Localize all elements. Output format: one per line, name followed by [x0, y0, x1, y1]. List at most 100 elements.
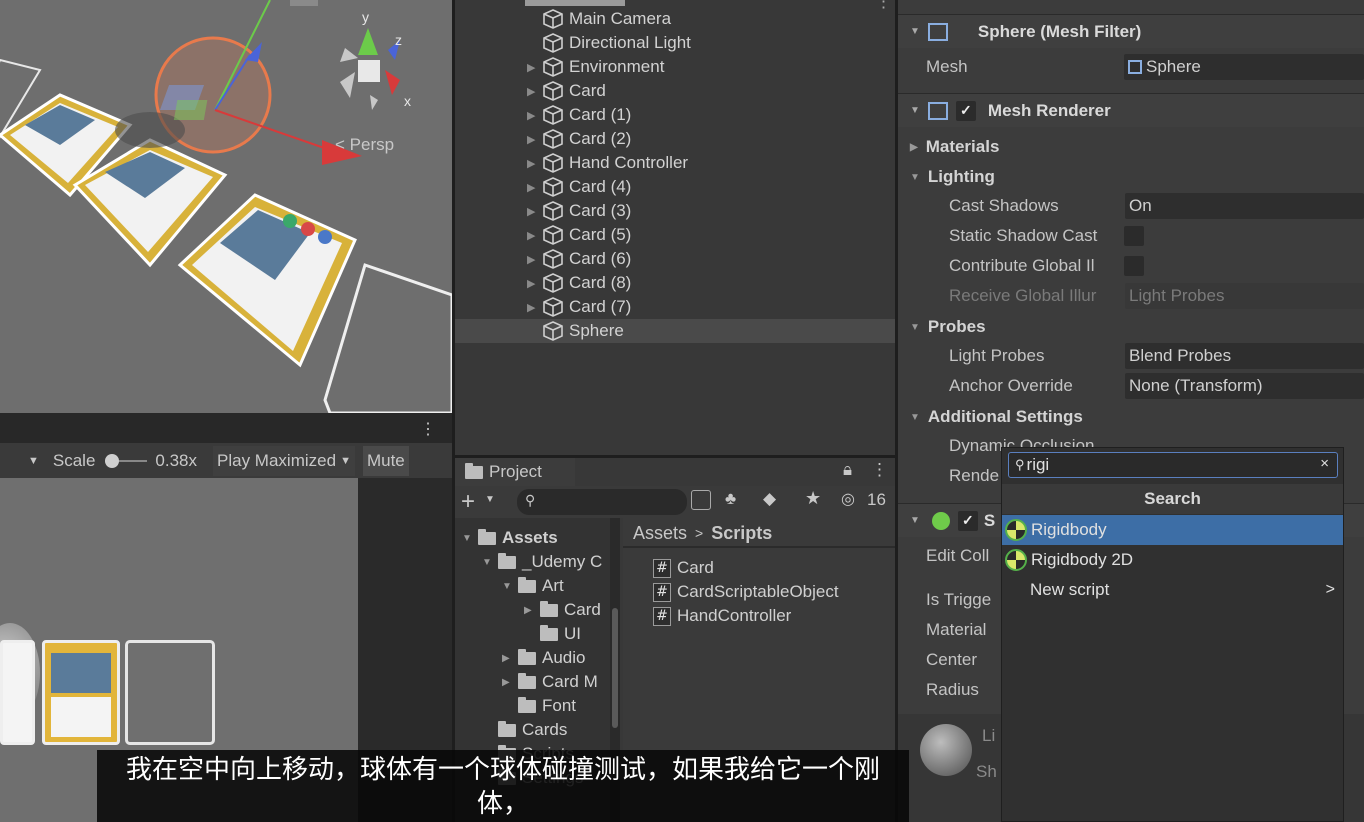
folder-tree-item[interactable]: ▶ Audio: [502, 646, 585, 670]
favorite-icon[interactable]: ★: [805, 488, 821, 509]
hierarchy-item[interactable]: ▶ Environment: [455, 55, 895, 79]
hierarchy-item[interactable]: ▶ Card (6): [455, 247, 895, 271]
materials-foldout[interactable]: ▶ Materials: [898, 132, 1364, 162]
component-item-rigidbody-2d[interactable]: Rigidbody 2D: [1002, 545, 1343, 575]
component-item-rigidbody[interactable]: Rigidbody: [1002, 515, 1343, 545]
folder-tree-label: UI: [564, 624, 581, 643]
filter-icon[interactable]: ♣: [725, 489, 736, 509]
hierarchy-item[interactable]: Main Camera: [455, 7, 895, 31]
dropdown-arrow-icon[interactable]: ▼: [28, 455, 39, 467]
expand-arrow-icon[interactable]: ▶: [527, 85, 543, 98]
play-mode-dropdown[interactable]: Play Maximized ▼: [213, 445, 355, 476]
scene-root-row[interactable]: [525, 0, 625, 6]
project-search-input[interactable]: ⚲: [517, 489, 687, 515]
hierarchy-item-label: Card (3): [569, 201, 632, 220]
tab-project[interactable]: Project: [455, 458, 575, 486]
expand-arrow-icon[interactable]: ▶: [527, 133, 543, 146]
contribute-gi-checkbox[interactable]: [1124, 256, 1144, 276]
chevron-right-icon[interactable]: ▶: [502, 653, 518, 664]
orientation-gizmo[interactable]: [340, 28, 400, 110]
receive-gi-label: Receive Global Illur: [949, 286, 1097, 305]
anchor-override-field[interactable]: None (Transform): [1125, 373, 1364, 399]
mesh-filter-header[interactable]: ▼ Sphere (Mesh Filter): [898, 14, 1364, 48]
light-probes-label: Light Probes: [949, 346, 1045, 365]
tag-icon[interactable]: ◆: [763, 489, 776, 509]
expand-arrow-icon[interactable]: ▶: [527, 253, 543, 266]
chevron-down-icon[interactable]: ▼: [910, 26, 920, 37]
hierarchy-item[interactable]: ▶ Card (2): [455, 127, 895, 151]
folder-tree-item[interactable]: ▶ Card: [524, 598, 601, 622]
hierarchy-item[interactable]: ▶ Card (7): [455, 295, 895, 319]
persp-label[interactable]: < Persp: [335, 135, 394, 154]
chevron-down-icon[interactable]: ▼: [910, 105, 920, 116]
scene-canvas[interactable]: y z x < Persp: [0, 0, 452, 413]
component-item-new-script[interactable]: New script >: [1002, 575, 1343, 605]
mesh-field[interactable]: Sphere: [1124, 54, 1364, 80]
game-empty-slot: [125, 640, 215, 745]
component-search-input[interactable]: ⚲ rigi ×: [1008, 452, 1338, 478]
hierarchy-item[interactable]: ▶ Card (1): [455, 103, 895, 127]
expand-arrow-icon[interactable]: ▶: [527, 181, 543, 194]
breadcrumb-current[interactable]: Scripts: [711, 523, 772, 544]
more-options-icon[interactable]: ⋮: [420, 419, 436, 439]
edit-collider-label: Edit Coll: [926, 546, 990, 565]
chevron-down-icon[interactable]: ▼: [482, 557, 498, 568]
chevron-right-icon[interactable]: ▶: [502, 677, 518, 688]
folder-tree-item[interactable]: ▼ _Udemy C: [482, 550, 602, 574]
folder-tree-item[interactable]: UI: [524, 622, 581, 646]
enabled-checkbox[interactable]: ✓: [955, 100, 976, 121]
expand-arrow-icon[interactable]: ▶: [527, 301, 543, 314]
mesh-renderer-header[interactable]: ▼ ✓ Mesh Renderer: [898, 93, 1364, 127]
hierarchy-item[interactable]: ▶ Card (4): [455, 175, 895, 199]
chevron-right-icon: ▶: [910, 141, 918, 153]
chevron-down-icon: ▼: [910, 171, 920, 183]
chevron-down-icon[interactable]: ▼: [910, 515, 920, 526]
hierarchy-item[interactable]: ▶ Card (3): [455, 199, 895, 223]
mesh-label: Mesh: [926, 57, 968, 76]
clear-search-icon[interactable]: ×: [1320, 455, 1329, 472]
expand-arrow-icon[interactable]: ▶: [527, 229, 543, 242]
folder-tree-item[interactable]: Cards: [482, 718, 567, 742]
folder-tree-item[interactable]: ▶ Card M: [502, 670, 598, 694]
gameobject-icon: [543, 177, 565, 197]
enabled-checkbox[interactable]: ✓: [957, 510, 978, 531]
lighting-foldout[interactable]: ▼ Lighting: [898, 162, 1364, 192]
add-icon[interactable]: +: [461, 488, 475, 516]
expand-arrow-icon[interactable]: ▶: [527, 205, 543, 218]
hidden-packages-icon[interactable]: ◎: [841, 489, 855, 509]
light-probes-dropdown[interactable]: Blend Probes: [1125, 343, 1364, 369]
scale-slider[interactable]: [105, 453, 148, 468]
folder-tree-item[interactable]: ▼ Assets: [462, 526, 558, 550]
expand-arrow-icon[interactable]: ▶: [527, 157, 543, 170]
search-by-type-icon[interactable]: [691, 490, 711, 510]
chevron-down-icon[interactable]: ▼: [462, 533, 478, 544]
expand-arrow-icon[interactable]: ▶: [527, 277, 543, 290]
script-file-item[interactable]: # CardScriptableObject: [653, 580, 839, 604]
folder-tree-item[interactable]: ▼ Art: [502, 574, 564, 598]
chevron-right-icon[interactable]: ▶: [524, 605, 540, 616]
probes-foldout[interactable]: ▼ Probes: [898, 312, 1364, 342]
additional-settings-foldout[interactable]: ▼ Additional Settings: [898, 402, 1364, 432]
chevron-down-icon[interactable]: ▼: [485, 494, 495, 505]
breadcrumb-root[interactable]: Assets: [633, 523, 687, 544]
static-shadow-checkbox[interactable]: [1124, 226, 1144, 246]
lock-icon[interactable]: 🔒︎: [843, 460, 852, 480]
hierarchy-item[interactable]: Directional Light: [455, 31, 895, 55]
hierarchy-item[interactable]: ▶ Card: [455, 79, 895, 103]
scene-view[interactable]: y z x < Persp: [0, 0, 452, 413]
script-file-item[interactable]: # HandController: [653, 604, 791, 628]
hierarchy-item[interactable]: ▶ Card (8): [455, 271, 895, 295]
expand-arrow-icon[interactable]: ▶: [527, 109, 543, 122]
cast-shadows-dropdown[interactable]: On: [1125, 193, 1364, 219]
expand-arrow-icon[interactable]: ▶: [527, 61, 543, 74]
chevron-down-icon[interactable]: ▼: [502, 581, 518, 592]
hierarchy-item[interactable]: ▶ Hand Controller: [455, 151, 895, 175]
radius-label: Radius: [926, 680, 979, 699]
hierarchy-item[interactable]: Sphere: [455, 319, 895, 343]
folder-tree-item[interactable]: Font: [502, 694, 576, 718]
mute-button[interactable]: Mute: [362, 445, 409, 476]
more-options-icon[interactable]: ⋮: [871, 460, 888, 480]
script-file-item[interactable]: # Card: [653, 556, 714, 580]
hierarchy-item[interactable]: ▶ Card (5): [455, 223, 895, 247]
gameobject-icon: [543, 225, 565, 245]
